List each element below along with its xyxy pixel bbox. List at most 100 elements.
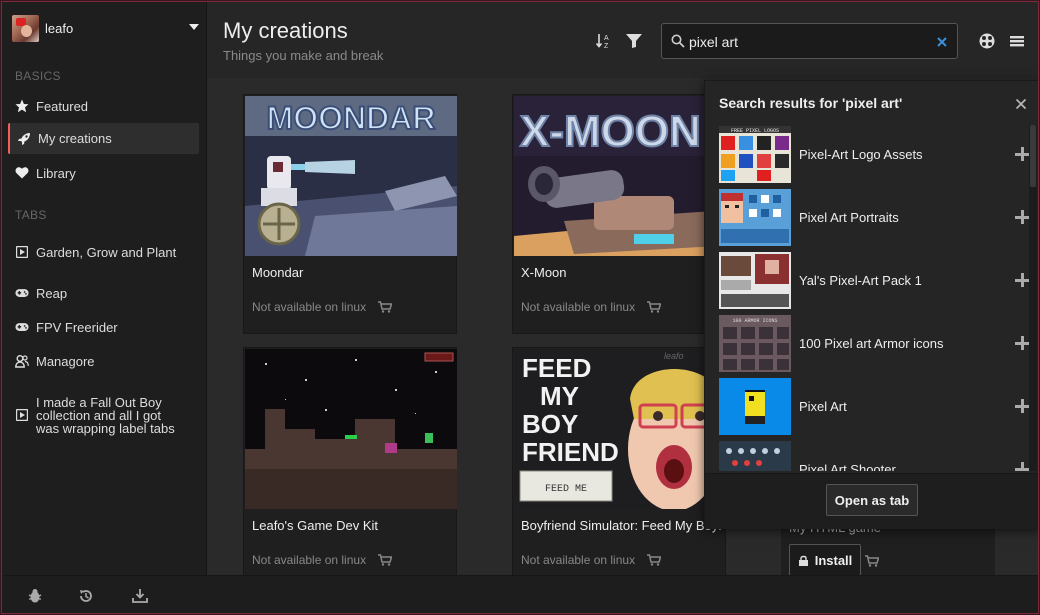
result-title: Pixel-Art Logo Assets [799,146,923,162]
sidebar-item-featured[interactable]: Featured [8,90,199,122]
game-card[interactable]: X-MOON X-Moon Not available on linux [512,94,726,334]
sidebar-tab-fpv-freerider[interactable]: FPV Freerider [8,311,199,343]
result-title: 100 Pixel art Armor icons [799,335,944,351]
page-title: My creations [223,18,348,43]
sidebar-item-my-creations[interactable]: My creations [8,123,199,154]
platform-status: Not available on linux [252,553,393,567]
gamepad-icon [15,286,29,300]
rocket-icon [17,132,31,146]
clear-search-icon[interactable] [935,35,949,49]
result-title: Pixel Art Portraits [799,209,899,225]
platform-status: Not available on linux [521,300,662,314]
sort-icon[interactable]: AZ [595,32,613,50]
cart-icon[interactable] [865,554,880,567]
sidebar-item-label: Library [36,165,76,181]
status-text: Not available on linux [252,300,367,314]
gamepad-icon [15,320,29,334]
section-title-basics: BASICS [15,69,61,83]
add-to-collection-icon[interactable] [1015,147,1029,161]
game-card[interactable]: FEED MY BOY FRIEND FEED ME leafo Boyfrie… [512,347,726,575]
search-result[interactable]: FREE PIXEL LOGOS Pixel-Art Logo Assets [719,125,1029,183]
download-icon[interactable] [132,588,148,604]
add-to-collection-icon[interactable] [1015,399,1029,413]
app-window: leafo BASICS Featured My creations Libra… [1,1,1039,614]
page-subtitle: Things you make and break [223,48,384,63]
add-to-collection-icon[interactable] [1015,273,1029,287]
add-to-collection-icon[interactable] [1015,210,1029,224]
heart-icon [15,166,29,180]
results-scrollbar[interactable] [1029,125,1037,471]
x-moon-logo-text: X-MOON [520,107,701,156]
game-title[interactable]: Boyfriend Simulator: Feed My Boyfriend [521,518,721,533]
search-result[interactable]: Pixel Art [719,377,1029,435]
thumb-text-line: FEED [522,353,591,383]
search-result[interactable]: Yal's Pixel-Art Pack 1 [719,251,1029,309]
cart-icon[interactable] [378,554,393,566]
close-icon[interactable] [1015,97,1027,110]
search-results-list: FREE PIXEL LOGOS Pixel-Art Logo Assets P… [705,125,1038,471]
search-result[interactable]: Pixel Art Portraits [719,188,1029,246]
scrollbar-thumb[interactable] [1030,125,1036,187]
page-header: My creations Things you make and break A… [207,2,1038,78]
status-text: Not available on linux [252,553,367,567]
username: leafo [45,20,74,36]
cart-icon[interactable] [647,554,662,566]
sidebar-tab-managore[interactable]: Managore [8,345,199,377]
search-results-popup: Search results for 'pixel art' FREE PIXE… [704,80,1038,529]
install-label: Install [814,552,853,568]
sidebar-item-label: I made a Fall Out Boy collection and all… [36,394,175,436]
add-to-collection-icon[interactable] [1015,462,1029,471]
result-thumbnail [719,251,791,309]
section-title-tabs: TABS [15,208,47,222]
search-icon [671,34,685,48]
search-result[interactable]: Pixel Art Shooter [719,440,1029,471]
thumb-text-line: MY [540,381,579,411]
game-title[interactable]: Leafo's Game Dev Kit [252,518,452,533]
game-cover-moondar[interactable]: MOONDAR [245,96,457,256]
result-title: Pixel Art [799,398,847,414]
sidebar-item-library[interactable]: Library [8,157,199,189]
result-title: Pixel Art Shooter [799,461,896,472]
game-card[interactable]: Leafo's Game Dev Kit Not available on li… [243,347,457,575]
install-button[interactable]: Install [789,544,861,575]
sidebar-tab-reap[interactable]: Reap [8,277,199,309]
avatar [12,14,39,42]
sidebar-tab-garden[interactable]: Garden, Grow and Plant [8,236,199,268]
game-cover-x-moon[interactable]: X-MOON [514,96,726,256]
bug-icon[interactable] [27,588,43,604]
game-cover-leafos-game-dev-kit[interactable] [245,349,457,509]
game-title[interactable]: Moondar [252,265,452,280]
feed-me-label: FEED ME [545,484,587,495]
globe-icon[interactable] [978,32,996,50]
search-result[interactable]: 100 ARMOR ICONS 100 Pixel art Armor icon… [719,314,1029,372]
cart-icon[interactable] [378,301,393,313]
sidebar-item-label: Featured [36,98,89,114]
game-cover-boyfriend-simulator[interactable]: FEED MY BOY FRIEND FEED ME leafo [514,349,726,509]
svg-text:A: A [604,35,609,42]
sidebar-item-label: Reap [36,285,68,301]
game-title[interactable]: X-Moon [521,265,721,280]
sidebar-tab-fall-out-boy[interactable]: I made a Fall Out Boy collection and all… [8,386,199,444]
filter-icon[interactable] [625,32,643,50]
add-to-collection-icon[interactable] [1015,336,1029,350]
status-text: Not available on linux [521,300,636,314]
menu-icon[interactable] [1008,32,1026,50]
search-box [661,23,958,59]
thumb-banner: FREE PIXEL LOGOS [731,128,779,134]
svg-text:Z: Z [604,43,609,50]
user-menu[interactable]: leafo [2,2,207,54]
search-input[interactable] [689,32,929,52]
popup-title: Search results for 'pixel art' [719,95,903,111]
game-tab-icon [15,408,29,422]
cart-icon[interactable] [647,301,662,313]
status-text: Not available on linux [521,553,636,567]
history-icon[interactable] [78,588,94,604]
open-as-tab-button[interactable]: Open as tab [826,484,918,516]
lock-icon [798,555,808,566]
sidebar-item-label: My creations [38,131,112,146]
game-card[interactable]: MOONDAR Moondar Not available on linux [243,94,457,334]
users-icon [15,354,29,368]
moondar-logo-text: MOONDAR [267,100,436,136]
thumb-signature: leafo [664,351,684,361]
popup-footer: Open as tab [705,473,1038,529]
